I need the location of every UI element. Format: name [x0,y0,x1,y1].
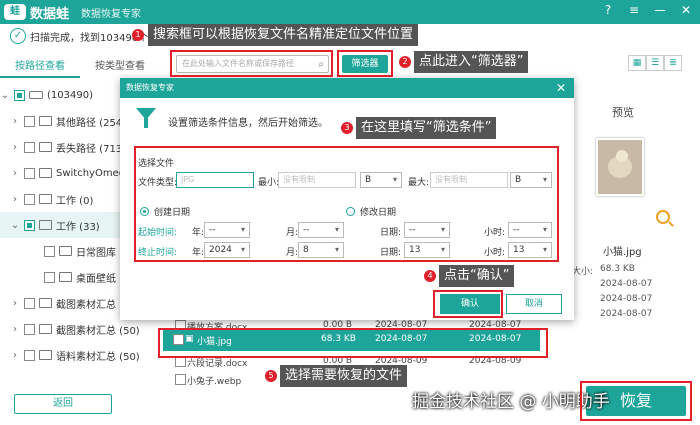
folder-icon [39,116,52,126]
cancel-button[interactable]: 取消 [506,294,562,314]
window-controls: ? ≡ — ✕ [600,3,694,17]
preview-title: 预览 [612,106,634,119]
dialog-title-bar: 数据恢复专家 ✕ [120,78,574,98]
highlight-filter [337,50,393,77]
menu-icon[interactable]: ≡ [626,3,642,17]
list-icon[interactable]: ☰ [646,55,664,71]
step-badge: 5 [265,370,277,382]
folder-icon [39,220,52,230]
chevron-down-icon[interactable]: ⌄ [10,220,20,231]
folder-icon [59,272,72,282]
funnel-stem [144,118,148,128]
tree-checkbox[interactable] [24,115,35,127]
step-badge: 3 [341,122,353,134]
folder-icon [39,350,52,360]
preview-filename: 小猫.jpg [603,247,642,258]
annotation-callout: 选择需要恢复的文件 [280,365,408,387]
tree-checkbox[interactable] [24,193,35,205]
folder-icon [59,246,72,256]
tree-checkbox[interactable] [24,323,35,335]
duckling-head [616,150,628,162]
back-button[interactable]: 返回 [14,394,112,414]
highlight-confirm [433,290,503,318]
tree-item-label: 其他路径 (2545 [56,117,129,129]
folder-icon [39,298,52,308]
highlight-conditions [134,146,559,262]
preview-size: 68.3 KB [600,264,635,274]
tree-checkbox[interactable] [24,219,35,231]
tree-item-label: (103490) [47,89,93,101]
tree-item-label: 语料素材汇总 (50) [56,351,140,363]
drive-icon [29,91,43,99]
detail-icon[interactable]: ≣ [664,55,682,71]
close-icon[interactable]: ✕ [556,78,566,98]
step-badge: 1 [132,29,144,41]
grid-icon[interactable]: ▦ [628,55,646,71]
tree-item-label: 丢失路径 (7139 [56,143,129,155]
tree-checkbox[interactable] [24,349,35,361]
chevron-right-icon[interactable]: › [10,116,20,127]
highlight-recover [580,381,692,421]
tree-checkbox[interactable] [14,89,25,101]
tree-checkbox[interactable] [24,141,35,153]
folder-icon [39,168,52,178]
folder-icon [39,194,52,204]
step-badge: 2 [399,56,411,68]
view-toggle: ▦ ☰ ≣ [628,55,682,71]
tree-item-label: 工作 (0) [56,195,94,207]
tree-item-label: 截图素材汇总 (5 [56,299,130,311]
close-icon[interactable]: ✕ [678,3,694,17]
chevron-right-icon[interactable]: › [10,350,20,361]
tree-checkbox[interactable] [24,167,35,179]
chevron-right-icon[interactable]: › [10,142,20,153]
dialog-hint: 设置筛选条件信息，然后开始筛选。 [168,118,328,129]
minimize-icon[interactable]: — [652,3,668,17]
chevron-right-icon[interactable]: › [10,194,20,205]
annotation-callout: 点击“确认” [439,265,515,287]
tree-checkbox[interactable] [44,271,55,283]
chevron-right-icon[interactable]: › [10,298,20,309]
highlight-file [158,328,548,358]
folder-icon [39,324,52,334]
tree-checkbox[interactable] [44,245,55,257]
tab-by-type[interactable]: 按类型查看 [80,56,160,78]
tree-item-label: 工作 (33) [56,221,100,233]
tree-checkbox[interactable] [24,297,35,309]
preview-thumbnail [596,138,644,196]
check-circle-icon: ✓ [10,28,26,44]
title-bar: 蛙 数据蛙 数据恢复专家 ? ≡ — ✕ [0,0,700,24]
chevron-down-icon[interactable]: ⌄ [0,90,10,101]
tab-by-path[interactable]: 按路径查看 [0,56,80,78]
tree-item[interactable]: › 语料素材汇总 (50) [0,342,155,368]
annotation-callout: 在这里填写“筛选条件” [356,117,497,139]
chevron-right-icon[interactable]: › [10,324,20,335]
preview-date: 2024-08-07 [600,294,653,304]
preview-size-label: 大小: [572,267,594,277]
preview-date: 2024-08-07 [600,309,653,319]
app-name: 数据蛙 [30,6,70,22]
preview-date: 2024-08-07 [600,279,653,289]
zoom-icon[interactable] [656,210,670,224]
scan-status-text: 扫描完成，找到103490个 [30,32,149,44]
frog-logo-icon: 蛙 [4,4,26,20]
folder-icon [39,142,52,152]
app-subtitle: 数据恢复专家 [81,8,142,20]
annotation-callout: 点此进入“筛选器” [414,51,529,73]
step-badge: 4 [424,270,436,282]
highlight-search [170,50,333,77]
chevron-right-icon[interactable]: › [10,168,20,179]
annotation-callout: 搜索框可以根据恢复文件名精准定位文件位置 [148,24,419,46]
tree-item-label: 截图素材汇总 (50) [56,325,140,337]
dialog-title: 数据恢复专家 [126,83,174,92]
help-icon[interactable]: ? [600,3,616,17]
view-mode-tabs: 按路径查看 按类型查看 [0,56,160,78]
